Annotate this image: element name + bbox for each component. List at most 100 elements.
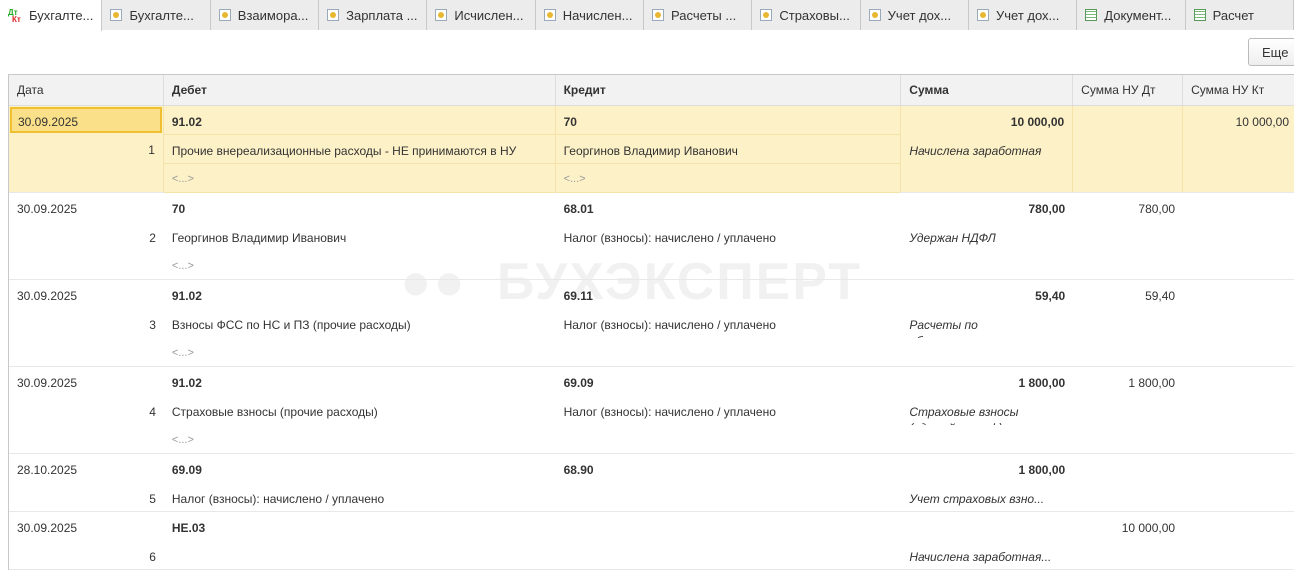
content-cell[interactable]: Удержан НДФЛ	[901, 222, 1073, 251]
nu-kt-cell[interactable]	[1183, 367, 1294, 396]
sum-cell[interactable]: 780,00	[901, 193, 1073, 222]
credit-account[interactable]	[556, 512, 902, 541]
debit-subconto[interactable]: <...>	[164, 251, 556, 280]
debit-subconto[interactable]: <...>	[164, 338, 556, 367]
credit-account[interactable]: 69.11	[556, 280, 902, 309]
nu-kt-cell[interactable]: 10 000,00	[1183, 106, 1294, 135]
col-header-date[interactable]: Дата	[9, 75, 164, 105]
tab-7[interactable]: Страховы...	[752, 0, 861, 30]
sum-cell[interactable]: 10 000,00	[901, 106, 1072, 135]
row-number: 5	[149, 492, 156, 506]
content-cell[interactable]: Расчеты по обязательному ...	[901, 309, 1073, 338]
nu-dt-cell[interactable]: 1 800,00	[1073, 367, 1183, 396]
sum-cell[interactable]: 59,40	[901, 280, 1073, 309]
credit-subconto[interactable]	[556, 251, 902, 280]
date-cell[interactable]: 30.09.2025	[10, 107, 162, 133]
date-cell[interactable]: 30.09.2025	[9, 280, 164, 309]
nu-dt-cell[interactable]	[1073, 106, 1182, 135]
credit-subconto[interactable]: Налог (взносы): начислено / уплачено	[556, 222, 902, 251]
col-header-credit[interactable]: Кредит	[556, 75, 902, 105]
debit-subconto[interactable]	[164, 541, 556, 570]
tab-3[interactable]: Зарплата ...	[319, 0, 428, 30]
content-cell[interactable]: Страховые взносы (единый тариф)	[901, 396, 1073, 425]
tab-2[interactable]: Взаимора...	[210, 0, 320, 30]
register-icon	[327, 9, 340, 21]
tab-label: Страховы...	[779, 7, 850, 23]
credit-subconto[interactable]: Налог (взносы): начислено / уплачено	[556, 396, 902, 425]
tab-5[interactable]: Начислен...	[535, 0, 645, 30]
col-header-sum[interactable]: Сумма	[901, 75, 1074, 105]
register-icon	[218, 9, 231, 21]
nu-dt-cell[interactable]	[1073, 454, 1183, 483]
tab-4[interactable]: Исчислен...	[427, 0, 536, 30]
table-row[interactable]: 30.09.2025 2 70 Георгинов Владимир Иванови…	[9, 193, 1294, 280]
content-cell[interactable]: Начислена заработная плата	[901, 135, 1072, 164]
credit-subconto[interactable]	[556, 338, 902, 367]
debit-subconto[interactable]: <...>	[164, 425, 556, 454]
nu-kt-cell[interactable]	[1183, 280, 1294, 309]
nu-kt-cell[interactable]	[1183, 512, 1294, 541]
tab-label: Начислен...	[562, 7, 633, 23]
debit-subconto[interactable]: <...>	[163, 164, 555, 193]
tab-label: Расчеты ...	[671, 7, 737, 23]
nu-kt-cell[interactable]	[1183, 193, 1294, 222]
register-icon	[976, 9, 989, 21]
table-row[interactable]: 30.09.2025 1 91.02 Прочие внереализационны…	[9, 106, 1294, 193]
nu-dt-cell[interactable]: 780,00	[1073, 193, 1183, 222]
debit-subconto[interactable]: Прочие внереализационные расходы - НЕ пр…	[163, 135, 555, 164]
nu-dt-cell[interactable]: 10 000,00	[1073, 512, 1183, 541]
table-row[interactable]: 28.10.2025 5 69.09 Налог (взносы): начисле…	[9, 454, 1294, 512]
credit-account[interactable]: 68.01	[556, 193, 902, 222]
tab-label: Зарплата ...	[346, 7, 418, 23]
debit-account[interactable]: 69.09	[164, 454, 556, 483]
credit-subconto[interactable]	[556, 425, 902, 454]
table-row[interactable]: 30.09.2025 3 91.02 Взносы ФСС по НС и ПЗ (…	[9, 280, 1294, 367]
sum-cell[interactable]	[901, 512, 1073, 541]
tab-8[interactable]: Учет дох...	[860, 0, 969, 30]
table-icon	[1085, 9, 1098, 21]
credit-subconto[interactable]: <...>	[555, 164, 901, 193]
date-cell[interactable]: 30.09.2025	[9, 367, 164, 396]
tab-11[interactable]: Расчет	[1185, 0, 1294, 30]
table-row[interactable]: 30.09.2025 6 НЕ.03 Начислена заработная..…	[9, 512, 1294, 570]
debit-account[interactable]: 91.02	[163, 106, 555, 135]
col-header-nu-kt[interactable]: Сумма НУ Кт	[1183, 75, 1294, 105]
debit-account[interactable]: НЕ.03	[164, 512, 556, 541]
tab-9[interactable]: Учет дох...	[968, 0, 1078, 30]
debit-account[interactable]: 91.02	[164, 280, 556, 309]
content-cell[interactable]: Учет страховых взно...	[901, 483, 1073, 512]
debit-subconto[interactable]: Налог (взносы): начислено / уплачено	[164, 483, 556, 512]
credit-account[interactable]: 68.90	[556, 454, 902, 483]
nu-kt-cell[interactable]	[1183, 454, 1294, 483]
tab-0[interactable]: Дт Кт Бухгалте...	[0, 0, 103, 31]
table-icon	[1193, 9, 1206, 21]
sum-cell[interactable]: 1 800,00	[901, 454, 1073, 483]
nu-dt-cell[interactable]: 59,40	[1073, 280, 1183, 309]
date-cell[interactable]: 30.09.2025	[9, 512, 164, 541]
sum-cell[interactable]: 1 800,00	[901, 367, 1073, 396]
tab-6[interactable]: Расчеты ...	[644, 0, 753, 30]
tab-10[interactable]: Документ...	[1077, 0, 1186, 30]
debit-account[interactable]: 70	[164, 193, 556, 222]
credit-subconto[interactable]	[556, 541, 902, 570]
credit-account[interactable]: 70	[555, 106, 901, 135]
debit-subconto[interactable]: Взносы ФСС по НС и ПЗ (прочие расходы)	[164, 309, 556, 338]
credit-subconto[interactable]	[556, 483, 902, 512]
credit-subconto[interactable]: Налог (взносы): начислено / уплачено	[556, 309, 902, 338]
col-header-nu-dt[interactable]: Сумма НУ Дт	[1073, 75, 1184, 105]
row-number: 4	[149, 405, 156, 419]
date-cell[interactable]: 28.10.2025	[9, 454, 164, 483]
debit-subconto[interactable]: Страховые взносы (прочие расходы)	[164, 396, 556, 425]
content-cell[interactable]: Начислена заработная...	[901, 541, 1073, 570]
more-button[interactable]: Еще	[1248, 38, 1294, 66]
credit-account[interactable]: 69.09	[556, 367, 902, 396]
debit-subconto[interactable]: Георгинов Владимир Иванович	[164, 222, 556, 251]
debit-account[interactable]: 91.02	[164, 367, 556, 396]
tab-label: Учет дох...	[887, 7, 952, 23]
col-header-debit[interactable]: Дебет	[164, 75, 556, 105]
date-cell[interactable]: 30.09.2025	[9, 193, 164, 222]
register-icon	[868, 9, 881, 21]
credit-subconto[interactable]: Георгинов Владимир Иванович	[555, 135, 901, 164]
table-row[interactable]: 30.09.2025 4 91.02 Страховые взносы (прочи…	[9, 367, 1294, 454]
tab-1[interactable]: Бухгалте...	[102, 0, 211, 30]
